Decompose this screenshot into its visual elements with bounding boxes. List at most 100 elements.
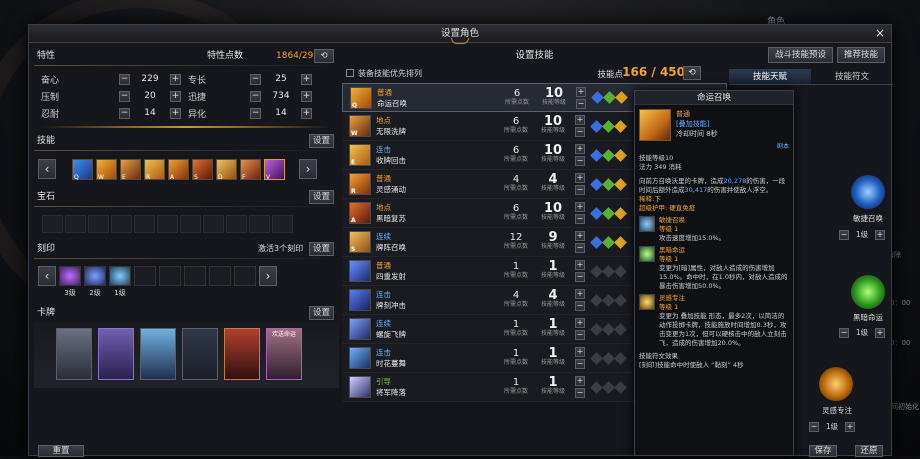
- card[interactable]: [140, 328, 176, 380]
- minus-button[interactable]: −: [250, 108, 261, 119]
- skill-icon[interactable]: A: [349, 202, 371, 224]
- plus-button[interactable]: +: [875, 328, 885, 338]
- rune-slot[interactable]: [234, 266, 256, 288]
- card[interactable]: [224, 328, 260, 380]
- plus-button[interactable]: +: [575, 173, 585, 183]
- gem-slot[interactable]: [203, 215, 224, 233]
- card[interactable]: 欢送命运: [266, 328, 302, 380]
- reset-button[interactable]: 重置: [38, 445, 84, 457]
- skill-slot-icon[interactable]: W: [96, 159, 117, 180]
- plus-button[interactable]: +: [301, 91, 312, 102]
- plus-button[interactable]: +: [575, 231, 585, 241]
- minus-button[interactable]: −: [575, 185, 585, 195]
- gem-slot[interactable]: [111, 215, 132, 233]
- gem-slot[interactable]: [157, 215, 178, 233]
- tripod-icons[interactable]: [591, 179, 626, 190]
- skill-slot-icon[interactable]: S: [192, 159, 213, 180]
- plus-button[interactable]: +: [575, 318, 585, 328]
- rune-slot[interactable]: 1级: [109, 266, 131, 298]
- rune-slot[interactable]: 2级: [84, 266, 106, 298]
- minus-button[interactable]: −: [575, 127, 585, 137]
- skill-slot-icon[interactable]: Q: [72, 159, 93, 180]
- plus-button[interactable]: +: [575, 144, 585, 154]
- tripod-icons[interactable]: [591, 295, 626, 306]
- plus-button[interactable]: +: [575, 289, 585, 299]
- rune-slot[interactable]: [159, 266, 181, 288]
- skill-slot-icon[interactable]: R: [144, 159, 165, 180]
- minus-button[interactable]: −: [575, 388, 585, 398]
- skill-slot-icon[interactable]: A: [168, 159, 189, 180]
- save-button[interactable]: 保存: [809, 445, 837, 457]
- plus-button[interactable]: +: [576, 87, 586, 97]
- tripod-icons[interactable]: [591, 208, 626, 219]
- inspiration-focus-icon[interactable]: [819, 367, 853, 401]
- gem-slot[interactable]: [249, 215, 270, 233]
- recommend-button[interactable]: 推荐技能: [837, 47, 885, 63]
- plus-button[interactable]: +: [301, 108, 312, 119]
- skill-slot-icon[interactable]: E: [120, 159, 141, 180]
- minus-button[interactable]: −: [575, 214, 585, 224]
- gem-slot[interactable]: [65, 215, 86, 233]
- plus-button[interactable]: +: [845, 422, 855, 432]
- card[interactable]: [182, 328, 218, 380]
- traits-reset-button[interactable]: ⟲: [314, 49, 334, 63]
- minus-button[interactable]: −: [575, 301, 585, 311]
- rune-slot[interactable]: [209, 266, 231, 288]
- plus-button[interactable]: +: [875, 230, 885, 240]
- skill-slot-icon[interactable]: F: [240, 159, 261, 180]
- gem-slot[interactable]: [272, 215, 293, 233]
- tripod-icons[interactable]: [591, 237, 626, 248]
- skill-icon[interactable]: [349, 318, 371, 340]
- card[interactable]: [56, 328, 92, 380]
- minus-button[interactable]: −: [250, 74, 261, 85]
- plus-button[interactable]: +: [301, 74, 312, 85]
- plus-button[interactable]: +: [575, 347, 585, 357]
- next-arrow[interactable]: ›: [299, 159, 317, 179]
- plus-button[interactable]: +: [575, 376, 585, 386]
- gem-slot[interactable]: [180, 215, 201, 233]
- tripod-icons[interactable]: [591, 150, 626, 161]
- minus-button[interactable]: −: [119, 91, 130, 102]
- minus-button[interactable]: −: [575, 156, 585, 166]
- plus-button[interactable]: +: [575, 202, 585, 212]
- skill-icon[interactable]: R: [349, 173, 371, 195]
- runes-settings-button[interactable]: 设置: [309, 242, 334, 256]
- close-icon[interactable]: ×: [875, 25, 885, 42]
- skill-icon[interactable]: [349, 260, 371, 282]
- dark-fate-icon[interactable]: [851, 275, 885, 309]
- skill-icon[interactable]: Q: [350, 87, 372, 109]
- revert-button[interactable]: 还原: [855, 445, 883, 457]
- cards-settings-button[interactable]: 设置: [309, 306, 334, 320]
- skill-icon[interactable]: E: [349, 144, 371, 166]
- gem-slot[interactable]: [134, 215, 155, 233]
- minus-button[interactable]: −: [839, 230, 849, 240]
- preset-button[interactable]: 战斗技能预设: [768, 47, 833, 63]
- skill-slot-icon[interactable]: D: [216, 159, 237, 180]
- prev-arrow[interactable]: ‹: [38, 159, 56, 179]
- tripod-icons[interactable]: [591, 266, 626, 277]
- gem-slot[interactable]: [88, 215, 109, 233]
- tripod-icons[interactable]: [592, 92, 627, 103]
- tab-talent[interactable]: 技能天赋: [729, 69, 811, 84]
- rune-slot[interactable]: [184, 266, 206, 288]
- plus-button[interactable]: +: [170, 74, 181, 85]
- skill-slot-icon[interactable]: V: [264, 159, 285, 180]
- skill-icon[interactable]: [349, 376, 371, 398]
- minus-button[interactable]: −: [575, 243, 585, 253]
- minus-button[interactable]: −: [575, 330, 585, 340]
- prev-arrow[interactable]: ‹: [38, 266, 56, 286]
- gem-slot[interactable]: [226, 215, 247, 233]
- minus-button[interactable]: −: [250, 91, 261, 102]
- plus-button[interactable]: +: [170, 91, 181, 102]
- plus-button[interactable]: +: [170, 108, 181, 119]
- tripod-icons[interactable]: [591, 121, 626, 132]
- minus-button[interactable]: −: [119, 108, 130, 119]
- agile-summon-icon[interactable]: [851, 175, 885, 209]
- tripod-icons[interactable]: [591, 382, 626, 393]
- priority-checkbox[interactable]: [346, 69, 354, 77]
- plus-button[interactable]: +: [575, 260, 585, 270]
- skill-reset-button[interactable]: ⟲: [683, 66, 701, 80]
- rune-slot[interactable]: [134, 266, 156, 288]
- tripod-icons[interactable]: [591, 324, 626, 335]
- minus-button[interactable]: −: [119, 74, 130, 85]
